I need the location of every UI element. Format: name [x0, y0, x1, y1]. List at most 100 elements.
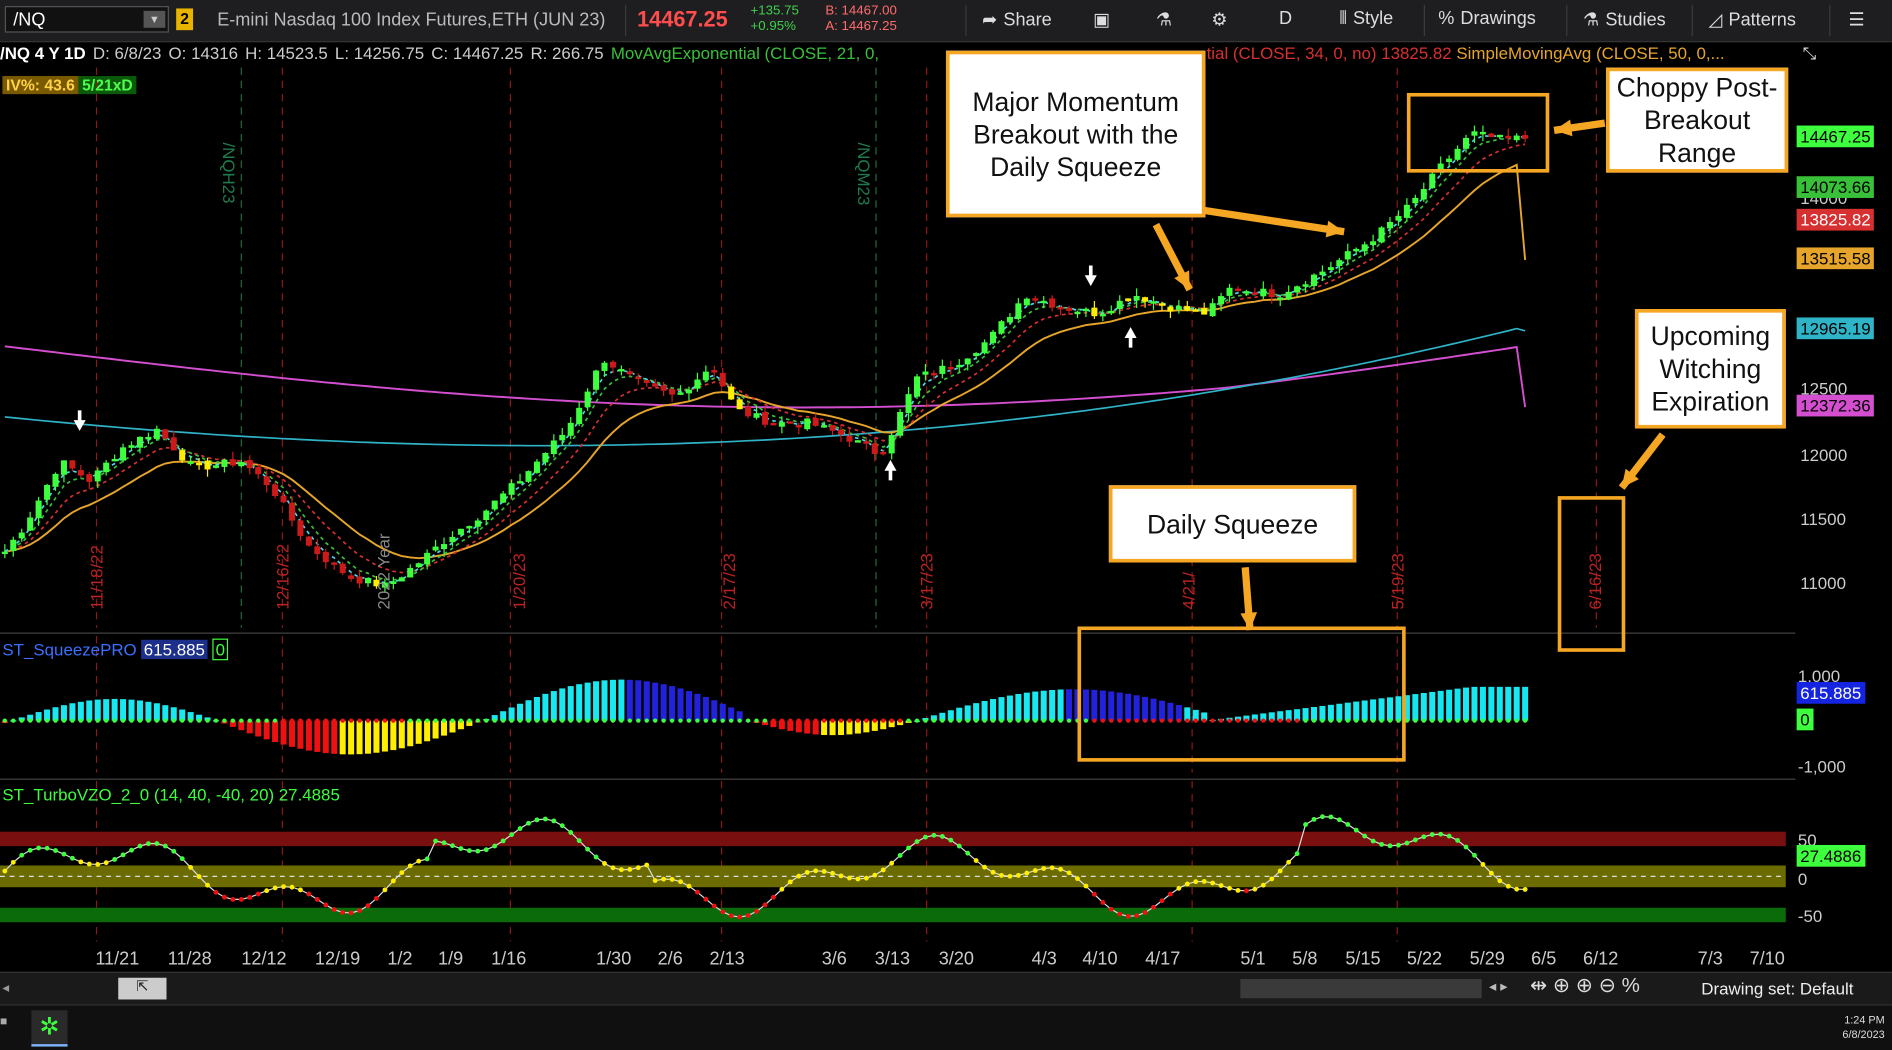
candle-down: [1167, 306, 1174, 312]
candle-up: [1277, 297, 1284, 300]
candle-up: [128, 445, 135, 448]
candle-down: [837, 429, 845, 435]
vzo-axis-value: 27.4886: [1796, 844, 1865, 867]
candle-up: [576, 407, 583, 425]
candle-up: [939, 365, 946, 374]
vzo-value: 27.4885: [278, 784, 340, 804]
candle-down: [770, 422, 777, 426]
callout-momentum: Major Momentum Breakout with the Daily S…: [945, 50, 1206, 218]
candle-down: [1234, 288, 1241, 292]
zoom-out-icon[interactable]: ⊖: [1599, 974, 1616, 997]
vzo-name: ST_TurboVZO_2_0 (14, 40, -40, 20): [2, 784, 275, 804]
x-axis-label: 7/3: [1697, 948, 1723, 970]
candle-up: [1226, 287, 1233, 296]
x-axis-label: 4/17: [1145, 948, 1181, 970]
candle-up: [525, 471, 532, 482]
candle-down: [331, 562, 338, 565]
vertical-date-label: 11/18/22: [86, 545, 107, 610]
price-label: 14467.25: [1796, 125, 1875, 148]
crosshair-icon[interactable]: ⊕: [1553, 974, 1570, 997]
candle-down: [314, 546, 321, 555]
x-axis-label: 12/12: [241, 948, 287, 970]
scroll-left-icon[interactable]: ◂: [2, 980, 9, 995]
candle-up: [424, 552, 431, 565]
candle-up: [1395, 215, 1402, 221]
candle-up: [1108, 310, 1115, 314]
x-axis-label: 3/6: [821, 948, 847, 970]
callout-arrow-shaft: [1201, 206, 1345, 236]
candle-up: [1336, 260, 1343, 267]
pan-icon[interactable]: ⇹: [1530, 974, 1547, 997]
percent-icon[interactable]: %: [1622, 974, 1640, 997]
taskbar: ■ ✲ 1:24 PM 6/8/2023: [0, 1004, 1892, 1050]
drawing-set[interactable]: Drawing set: Default: [1701, 979, 1853, 998]
expiry-label: /NQM23: [854, 142, 874, 206]
candle-up: [1403, 204, 1410, 218]
candle-down: [69, 460, 76, 469]
highlight-choppy-range: [1406, 92, 1550, 173]
start-icon[interactable]: ■: [0, 1015, 10, 1029]
candle-up: [457, 528, 464, 535]
squeeze-scale-bottom: -1,000: [1797, 756, 1846, 777]
candle-up: [1023, 298, 1030, 306]
candle-down: [297, 520, 304, 536]
callout-choppy: Choppy Post-Breakout Range: [1605, 67, 1789, 173]
candle-down: [829, 425, 836, 431]
candle-up: [1370, 241, 1377, 246]
candle-down: [669, 389, 676, 395]
candle-up: [415, 563, 422, 568]
candle-up: [1412, 197, 1419, 204]
candle-up: [1099, 313, 1106, 317]
price-label: 12965.19: [1796, 317, 1875, 340]
vertical-date-label: 3/17/23: [917, 553, 937, 610]
candle-down: [196, 462, 203, 466]
candle-down: [626, 371, 633, 375]
candle-up: [1319, 271, 1326, 276]
candle-down: [246, 460, 253, 469]
app-icon[interactable]: ✲: [31, 1010, 68, 1047]
expand-button[interactable]: ⇱: [118, 977, 167, 1000]
zoom-in-icon[interactable]: ⊕: [1576, 974, 1593, 997]
candle-up: [103, 462, 110, 473]
candle-up: [432, 546, 439, 551]
candle-up: [111, 458, 118, 462]
callout-momentum-text: Major Momentum Breakout with the Daily S…: [972, 86, 1179, 182]
candle-down: [711, 370, 718, 373]
vzo-panel: [0, 778, 1796, 949]
candle-up: [1420, 189, 1427, 200]
candle-down: [643, 380, 650, 384]
candle-up: [491, 500, 498, 510]
candle-down: [1192, 309, 1199, 312]
candle-down: [652, 383, 659, 387]
candle-down: [812, 418, 819, 426]
scrollbar[interactable]: [1240, 978, 1482, 999]
candle-down: [1158, 303, 1165, 306]
candle-down: [871, 443, 878, 454]
x-axis-label: 5/1: [1240, 948, 1266, 970]
candle-down: [609, 361, 616, 368]
candle-up: [922, 371, 929, 375]
candle-down: [263, 476, 270, 486]
clock-date: 6/8/2023: [1842, 1028, 1885, 1041]
candle-up: [567, 422, 574, 436]
candle-up: [888, 435, 895, 454]
candle-up: [52, 473, 59, 487]
candle-down: [1125, 298, 1132, 302]
arrow-down-icon: [1084, 265, 1097, 287]
candle-up: [145, 436, 152, 440]
x-axis-label: 5/8: [1292, 948, 1318, 970]
candle-up: [212, 465, 219, 468]
candle-up: [990, 331, 997, 344]
candle-up: [1133, 295, 1140, 301]
zoom-controls: ⇹ ⊕ ⊕ ⊖ %: [1530, 974, 1640, 998]
scroll-arrows-icon[interactable]: ◂ ▸: [1489, 978, 1508, 995]
candle-up: [1344, 251, 1351, 260]
squeeze-flag: 0: [211, 638, 229, 661]
app-root: /NQ ▼ 2 E-mini Nasdaq 100 Index Futures,…: [0, 0, 1892, 1050]
candle-down: [719, 372, 726, 387]
candle-up: [1015, 303, 1022, 320]
candle-down: [179, 450, 186, 461]
candle-down: [1091, 307, 1098, 317]
candle-up: [153, 428, 160, 439]
highlight-squeeze: [1077, 626, 1406, 762]
